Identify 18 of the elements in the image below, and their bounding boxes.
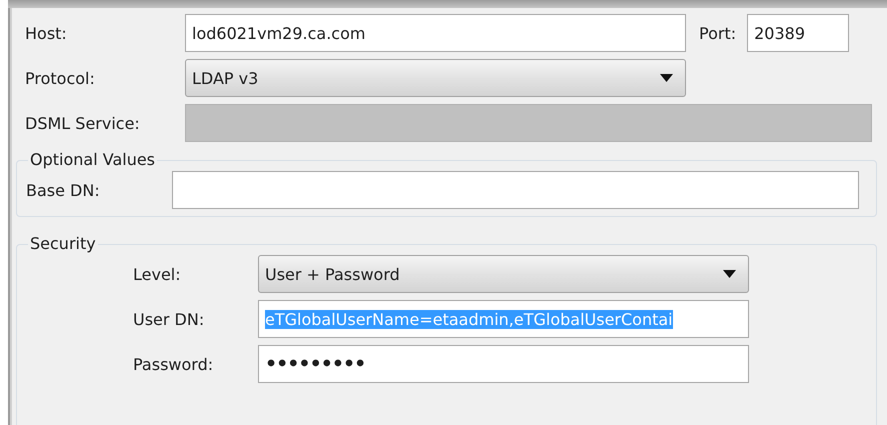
caret-icon — [660, 74, 673, 82]
host-field[interactable]: lod6021vm29.ca.com — [185, 14, 686, 52]
group-title: Optional Values — [29, 149, 156, 171]
base-dn-field[interactable] — [172, 171, 859, 209]
field-label: DSML Service: — [25, 114, 141, 132]
field-label: Protocol: — [25, 68, 96, 88]
field-label: Host: — [25, 24, 68, 42]
group-title: Security — [29, 233, 97, 255]
field-label: User DN: — [133, 310, 206, 328]
dropdown[interactable]: LDAP v3 — [185, 59, 686, 97]
field-label: Level: — [133, 264, 182, 284]
password-field[interactable]: ••••••••• — [258, 345, 749, 383]
field-label: Password: — [133, 354, 214, 374]
dropdown[interactable]: User + Password — [258, 255, 749, 293]
port-field[interactable]: 20389 — [747, 14, 850, 52]
caret-icon — [723, 270, 736, 278]
field-label: Base DN: — [26, 180, 101, 200]
field-label: Port: — [699, 24, 736, 42]
